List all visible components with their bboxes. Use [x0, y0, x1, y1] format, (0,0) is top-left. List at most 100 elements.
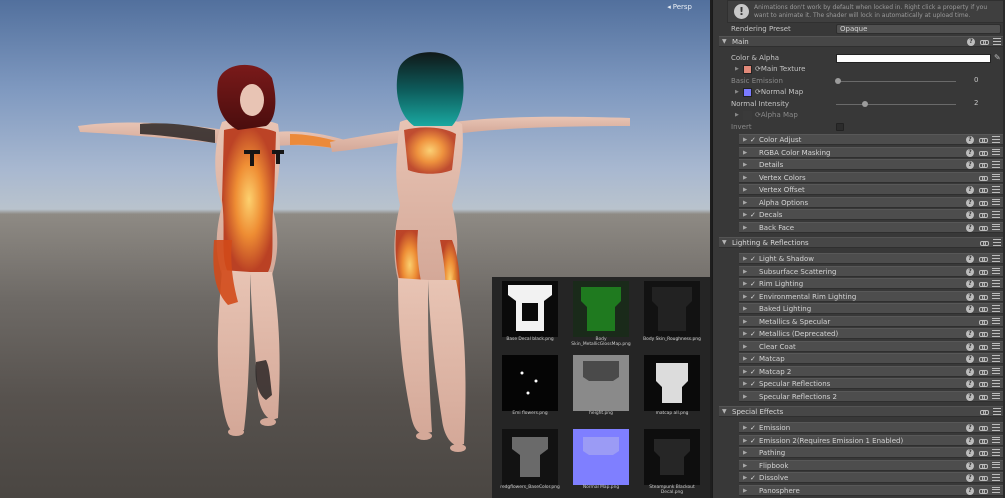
eyedropper-icon[interactable]: ✎ [994, 53, 1001, 62]
check-icon[interactable]: ✓ [750, 379, 756, 389]
section-lighting[interactable]: ▼ Lighting & Reflections [719, 237, 1004, 248]
link-icon[interactable] [979, 186, 988, 194]
help-icon[interactable]: ? [966, 292, 974, 301]
link-icon[interactable] [979, 211, 988, 219]
menu-icon[interactable] [992, 267, 1000, 275]
menu-icon[interactable] [993, 408, 1001, 415]
menu-icon[interactable] [992, 148, 1000, 156]
help-icon[interactable]: ? [966, 449, 974, 457]
menu-icon[interactable] [992, 255, 1000, 262]
link-icon[interactable] [979, 380, 988, 388]
link-icon[interactable] [979, 449, 988, 457]
help-icon[interactable]: ? [966, 424, 974, 432]
menu-icon[interactable] [992, 461, 1000, 469]
color-alpha-swatch[interactable] [836, 54, 991, 63]
normal-intensity-value[interactable]: 2 [972, 100, 1005, 109]
link-icon[interactable] [979, 268, 988, 276]
foldout-arrow-icon[interactable]: ▶ [743, 423, 747, 433]
menu-icon[interactable] [992, 380, 1000, 387]
texture-thumb-roughness[interactable]: Body Skin_Roughness.png [637, 277, 707, 345]
menu-icon[interactable] [992, 367, 1000, 375]
foldout-arrow-icon[interactable]: ▶ [735, 110, 739, 121]
foldout-arrow-icon[interactable]: ▶ [743, 173, 747, 183]
subsection-color-adjust[interactable]: ▶ ✓ Color Adjust? [739, 134, 1003, 145]
help-icon[interactable]: ? [966, 136, 974, 144]
subsection-emission[interactable]: ▶ ✓ Emission? [739, 422, 1003, 433]
link-icon[interactable] [979, 305, 988, 313]
check-icon[interactable]: ✓ [750, 135, 756, 145]
subsection-light-shadow[interactable]: ▶ ✓ Light & Shadow? [739, 253, 1003, 264]
alpha-map-slot[interactable] [743, 111, 752, 120]
check-icon[interactable]: ✓ [750, 329, 756, 339]
texture-thumb-emission[interactable]: Emi flowers.png [495, 351, 565, 419]
check-icon[interactable]: ✓ [750, 367, 756, 377]
foldout-arrow-icon[interactable]: ▶ [743, 379, 747, 389]
foldout-arrow-icon[interactable]: ▶ [743, 342, 747, 352]
menu-icon[interactable] [992, 486, 1000, 494]
check-icon[interactable]: ✓ [750, 254, 756, 264]
check-icon[interactable]: ✓ [750, 292, 756, 302]
help-icon[interactable]: ? [966, 280, 974, 288]
check-icon[interactable]: ✓ [750, 473, 756, 483]
check-icon[interactable]: ✓ [750, 279, 756, 289]
subsection-alpha-options[interactable]: ▶ Alpha Options? [739, 196, 1003, 208]
menu-icon[interactable] [992, 355, 1000, 362]
foldout-arrow-icon[interactable]: ▶ [743, 461, 747, 471]
link-icon[interactable] [979, 368, 988, 376]
menu-icon[interactable] [992, 280, 1000, 287]
link-icon[interactable] [979, 293, 988, 301]
subsection-specular-reflections-2[interactable]: ▶ Specular Reflections 2? [739, 390, 1003, 402]
menu-icon[interactable] [992, 317, 1000, 325]
subsection-panosphere[interactable]: ▶ Panosphere? [739, 484, 1003, 496]
menu-icon[interactable] [992, 305, 1000, 312]
link-icon[interactable] [979, 462, 988, 470]
subsection-vertex-colors[interactable]: ▶ Vertex Colors [739, 171, 1003, 183]
normal-intensity-slider[interactable] [836, 104, 956, 105]
foldout-arrow-icon[interactable]: ▶ [743, 367, 747, 377]
menu-icon[interactable] [992, 392, 1000, 400]
link-icon[interactable] [979, 199, 988, 207]
check-icon[interactable]: ✓ [750, 436, 756, 446]
menu-icon[interactable] [992, 292, 1000, 300]
subsection-details[interactable]: ▶ Details? [739, 159, 1003, 170]
foldout-arrow-icon[interactable]: ▶ [743, 486, 747, 496]
check-icon[interactable]: ✓ [750, 423, 756, 433]
subsection-metallics-specular[interactable]: ▶ Metallics & Specular [739, 315, 1003, 327]
menu-icon[interactable] [992, 449, 1000, 456]
help-icon[interactable]: ? [966, 255, 974, 263]
help-icon[interactable]: ? [966, 342, 974, 351]
subsection-emission-2-requires-emission-1-enabled[interactable]: ▶ ✓ Emission 2(Requires Emission 1 Enabled… [739, 434, 1003, 446]
subsection-dissolve[interactable]: ▶ ✓ Dissolve? [739, 472, 1003, 483]
help-icon[interactable]: ? [966, 148, 974, 157]
help-icon[interactable]: ? [966, 223, 974, 232]
subsection-environmental-rim-lighting[interactable]: ▶ ✓ Environmental Rim Lighting? [739, 290, 1003, 302]
menu-icon[interactable] [992, 161, 1000, 168]
foldout-arrow-icon[interactable]: ▶ [743, 392, 747, 402]
menu-icon[interactable] [992, 173, 1000, 181]
link-icon[interactable] [979, 474, 988, 482]
check-icon[interactable]: ✓ [750, 354, 756, 364]
menu-icon[interactable] [992, 474, 1000, 481]
texture-thumb-height[interactable]: height.png [566, 351, 636, 419]
subsection-back-face[interactable]: ▶ Back Face? [739, 221, 1003, 233]
link-icon[interactable] [980, 239, 989, 247]
subsection-flipbook[interactable]: ▶ Flipbook? [739, 459, 1003, 471]
help-icon[interactable]: ? [966, 330, 974, 338]
link-icon[interactable] [979, 330, 988, 338]
texture-thumb-metallic[interactable]: Body Skin_MetallicGlossMap.png [566, 277, 636, 347]
help-icon[interactable]: ? [966, 211, 974, 219]
help-icon[interactable]: ? [966, 436, 974, 445]
slider-knob[interactable] [862, 101, 868, 107]
slider-knob[interactable] [835, 78, 841, 84]
foldout-arrow-icon[interactable]: ▶ [743, 279, 747, 289]
link-icon[interactable] [980, 408, 989, 416]
subsection-matcap-2[interactable]: ▶ ✓ Matcap 2? [739, 365, 1003, 377]
link-icon[interactable] [979, 318, 988, 326]
foldout-arrow-icon[interactable]: ▶ [735, 64, 739, 75]
link-icon[interactable] [979, 280, 988, 288]
subsection-clear-coat[interactable]: ▶ Clear Coat? [739, 340, 1003, 352]
link-icon[interactable] [980, 38, 989, 46]
help-icon[interactable]: ? [966, 355, 974, 363]
subsection-decals[interactable]: ▶ ✓ Decals? [739, 209, 1003, 220]
menu-icon[interactable] [992, 424, 1000, 431]
